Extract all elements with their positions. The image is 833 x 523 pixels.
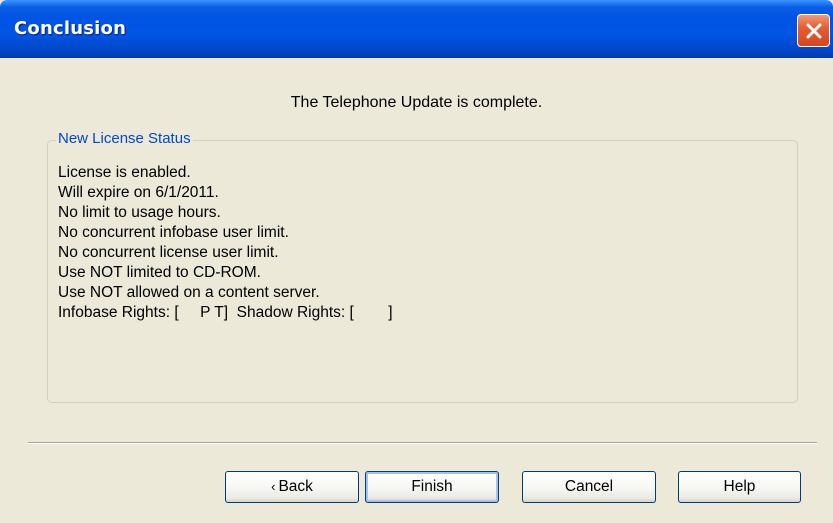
cancel-button[interactable]: Cancel — [522, 471, 656, 503]
dialog-window: Conclusion The Telephone Update is compl… — [0, 0, 833, 523]
license-status-line: License is enabled. — [58, 164, 191, 181]
window-title: Conclusion — [14, 18, 127, 39]
license-status-line: No concurrent infobase user limit. — [58, 224, 289, 241]
close-button[interactable] — [797, 14, 830, 47]
cancel-button-label: Cancel — [564, 478, 614, 495]
license-status-legend: New License Status — [56, 130, 193, 147]
finish-button-label: Finish — [411, 478, 453, 495]
license-status-line: No concurrent license user limit. — [58, 244, 279, 261]
help-button-label: Help — [723, 478, 756, 495]
license-status-line: Use NOT allowed on a content server. — [58, 284, 320, 301]
back-button[interactable]: ‹ Back — [225, 471, 359, 503]
help-button[interactable]: Help — [678, 471, 801, 503]
license-status-line: Will expire on 6/1/2011. — [58, 184, 219, 201]
back-button-label: Back — [278, 478, 313, 495]
license-status-list: License is enabled. Will expire on 6/1/2… — [58, 163, 393, 323]
license-status-line: No limit to usage hours. — [58, 204, 221, 221]
license-status-line: Use NOT limited to CD-ROM. — [58, 264, 261, 281]
finish-button[interactable]: Finish — [365, 471, 499, 503]
title-bar[interactable]: Conclusion — [0, 0, 833, 58]
separator — [28, 442, 817, 444]
completion-message: The Telephone Update is complete. — [290, 94, 543, 111]
license-status-line: Infobase Rights: [ P T] Shadow Rights: [… — [58, 304, 393, 321]
license-status-group: New License Status License is enabled. W… — [47, 130, 798, 403]
close-icon — [806, 23, 821, 38]
chevron-left-icon: ‹ — [271, 479, 276, 494]
dialog-body: The Telephone Update is complete. New Li… — [3, 58, 830, 520]
